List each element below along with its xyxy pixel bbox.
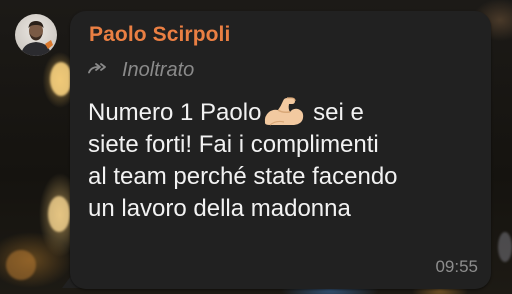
message-segment: sei e (306, 99, 364, 126)
forwarded-indicator[interactable]: Inoltrato (88, 58, 194, 82)
message-text: Numero 1 Paolo sei e siete forti! Fai i … (88, 96, 483, 225)
message-segment: Numero 1 Paolo (88, 99, 262, 126)
forward-arrow-icon (88, 63, 106, 74)
background-light (498, 232, 512, 262)
forwarded-label: Inoltrato (122, 58, 195, 81)
message-line: al team perché state facendo (88, 163, 398, 190)
message-line: Numero 1 Paolo sei e (88, 96, 483, 129)
sender-name[interactable]: Paolo Scirpoli (89, 23, 230, 47)
flexed-biceps-emoji (265, 97, 304, 126)
background-light (50, 62, 72, 96)
message-bubble[interactable]: Paolo Scirpoli Inoltrato Numero 1 Paolo … (70, 11, 491, 289)
message-timestamp: 09:55 (435, 257, 478, 276)
sender-avatar[interactable] (15, 14, 57, 56)
message-line: un lavoro della madonna (88, 195, 351, 222)
message-line: siete forti! Fai i complimenti (88, 131, 379, 158)
avatar-photo (21, 21, 53, 56)
background-light (48, 196, 70, 232)
background-light (6, 250, 36, 280)
